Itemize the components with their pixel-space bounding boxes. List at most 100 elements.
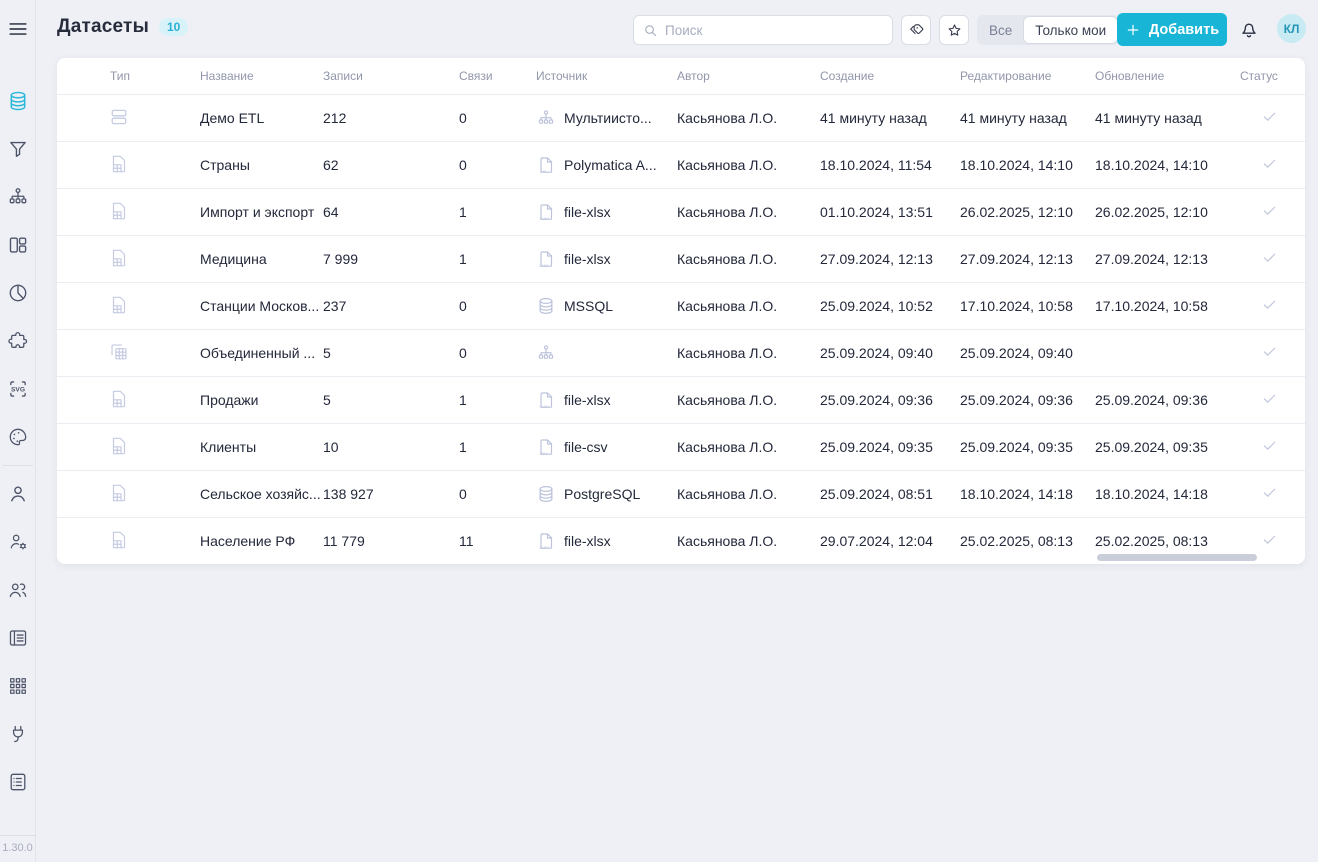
source-label: file-xlsx	[564, 392, 611, 408]
dataset-type-cell	[57, 388, 200, 413]
records-count: 64	[323, 204, 459, 220]
dataset-type-cell	[57, 200, 200, 225]
sidebar-item-charts[interactable]	[0, 269, 36, 317]
author-name: Касьянова Л.О.	[677, 392, 820, 408]
sidebar-item-journal[interactable]	[0, 614, 36, 662]
records-count: 7 999	[323, 251, 459, 267]
file-xlsx-icon: XLSX	[536, 531, 556, 551]
dataset-type-cell	[57, 294, 200, 319]
source-cell: XLSXfile-xlsx	[536, 249, 677, 269]
svg-text:XLSX: XLSX	[539, 546, 549, 550]
edited-timestamp: 27.09.2024, 12:13	[960, 251, 1095, 267]
status-cell	[1240, 249, 1305, 269]
sidebar-item-plugins[interactable]	[0, 317, 36, 365]
sidebar-item-themes[interactable]	[0, 413, 36, 461]
check-icon	[1261, 437, 1278, 454]
author-name: Касьянова Л.О.	[677, 298, 820, 314]
table-row[interactable]: Медицина7 9991XLSXfile-xlsxКасьянова Л.О…	[57, 235, 1305, 282]
dataset-type-cell	[57, 435, 200, 460]
author-name: Касьянова Л.О.	[677, 533, 820, 549]
table-row[interactable]: Клиенты101CSVfile-csvКасьянова Л.О.25.09…	[57, 423, 1305, 470]
column-header[interactable]: Создание	[820, 69, 960, 83]
status-cell	[1240, 484, 1305, 504]
source-cell: Мультиисто...	[536, 108, 677, 128]
table-row[interactable]: Объединенный ...50Касьянова Л.О.25.09.20…	[57, 329, 1305, 376]
search-input[interactable]	[665, 23, 883, 38]
source-cell: PostgreSQL	[536, 484, 677, 504]
edited-timestamp: 26.02.2025, 12:10	[960, 204, 1095, 220]
column-header[interactable]: Обновление	[1095, 69, 1240, 83]
table-row[interactable]: Страны620APIPolymatica A...Касьянова Л.О…	[57, 141, 1305, 188]
sidebar-item-logs[interactable]	[0, 758, 36, 806]
table-row[interactable]: Демо ETL2120Мультиисто...Касьянова Л.О.4…	[57, 94, 1305, 141]
datasets-count-badge: 10	[159, 18, 188, 36]
column-header[interactable]: Редактирование	[960, 69, 1095, 83]
hamburger-menu-icon[interactable]	[7, 18, 29, 40]
author-name: Касьянова Л.О.	[677, 439, 820, 455]
db-source-icon	[536, 484, 556, 504]
toggle-option-only-mine[interactable]: Только мои	[1023, 16, 1118, 44]
svg-icon: SVG	[7, 378, 29, 400]
palette-icon	[7, 426, 29, 448]
table-row[interactable]: Станции Москов...2370MSSQLКасьянова Л.О.…	[57, 282, 1305, 329]
favorites-filter-button[interactable]	[939, 15, 969, 45]
edited-timestamp: 18.10.2024, 14:18	[960, 486, 1095, 502]
sidebar: SVG 1.30.0	[0, 0, 36, 862]
links-count: 1	[459, 251, 536, 267]
tags-filter-button[interactable]	[901, 15, 931, 45]
sidebar-item-connections[interactable]	[0, 710, 36, 758]
created-timestamp: 25.09.2024, 10:52	[820, 298, 960, 314]
tags-icon	[908, 22, 925, 39]
records-count: 5	[323, 345, 459, 361]
updated-timestamp: 41 минуту назад	[1095, 110, 1240, 126]
edited-timestamp: 41 минуту назад	[960, 110, 1095, 126]
file-type-icon	[108, 435, 130, 457]
sidebar-item-filters[interactable]	[0, 125, 36, 173]
status-cell	[1240, 296, 1305, 316]
check-icon	[1261, 531, 1278, 548]
sidebar-item-groups[interactable]	[0, 566, 36, 614]
sidebar-item-profile[interactable]	[0, 470, 36, 518]
column-header[interactable]: Записи	[323, 69, 459, 83]
column-header[interactable]: Автор	[677, 69, 820, 83]
column-header[interactable]: Источник	[536, 69, 677, 83]
column-header[interactable]: Статус	[1240, 69, 1305, 83]
file-type-icon	[108, 200, 130, 222]
puzzle-icon	[7, 330, 29, 352]
table-row[interactable]: Импорт и экспорт641XLSXfile-xlsxКасьянов…	[57, 188, 1305, 235]
edited-timestamp: 25.09.2024, 09:35	[960, 439, 1095, 455]
toggle-option-all[interactable]: Все	[978, 16, 1023, 44]
sidebar-item-svg-library[interactable]: SVG	[0, 365, 36, 413]
dataset-type-cell	[57, 529, 200, 554]
svg-text:XLSX: XLSX	[539, 264, 549, 268]
svg-text:XLSX: XLSX	[539, 405, 549, 409]
column-header[interactable]: Название	[200, 69, 323, 83]
file-type-icon	[108, 388, 130, 410]
horizontal-scrollbar-thumb[interactable]	[1097, 554, 1257, 561]
author-name: Касьянова Л.О.	[677, 345, 820, 361]
user-icon	[7, 483, 29, 505]
page-title: Датасеты	[57, 16, 149, 38]
notifications-bell-icon[interactable]	[1238, 18, 1260, 40]
sidebar-item-dashboards[interactable]	[0, 221, 36, 269]
column-header[interactable]: Связи	[459, 69, 536, 83]
file-type-icon	[108, 482, 130, 504]
column-header[interactable]: Тип	[57, 69, 200, 83]
sidebar-item-modules[interactable]	[0, 662, 36, 710]
dataset-name: Станции Москов...	[200, 298, 323, 314]
table-row[interactable]: Сельское хозяйс...138 9270PostgreSQLКась…	[57, 470, 1305, 517]
records-count: 10	[323, 439, 459, 455]
avatar[interactable]: КЛ	[1277, 14, 1306, 43]
search-icon	[643, 23, 658, 38]
dataset-name: Объединенный ...	[200, 345, 323, 361]
notes-icon	[7, 771, 29, 793]
source-cell: APIPolymatica A...	[536, 155, 677, 175]
sidebar-item-user-roles[interactable]	[0, 518, 36, 566]
add-dataset-button[interactable]: Добавить	[1117, 13, 1227, 46]
sidebar-divider	[3, 465, 33, 466]
table-row[interactable]: Продажи51XLSXfile-xlsxКасьянова Л.О.25.0…	[57, 376, 1305, 423]
sidebar-item-etl[interactable]	[0, 173, 36, 221]
sidebar-item-datasets[interactable]	[0, 77, 36, 125]
author-name: Касьянова Л.О.	[677, 251, 820, 267]
status-cell	[1240, 390, 1305, 410]
